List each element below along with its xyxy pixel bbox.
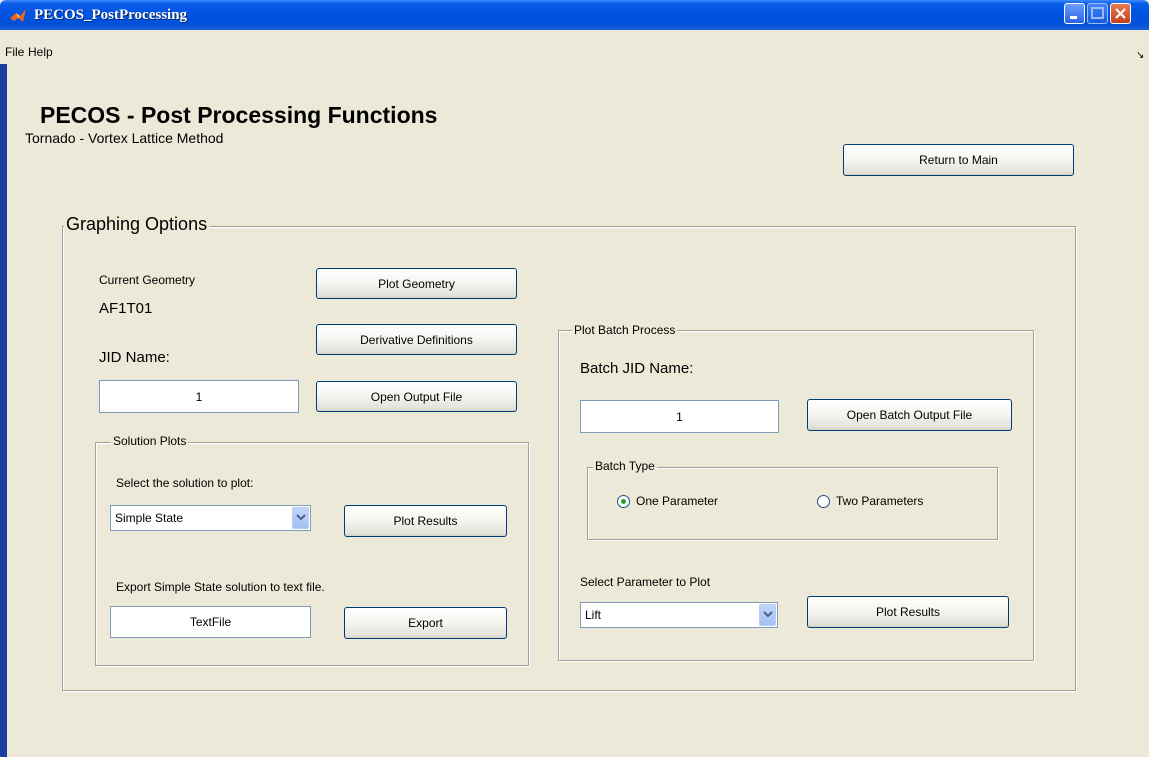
current-geometry-value: AF1T01: [99, 300, 153, 317]
menu-dock-arrow-icon[interactable]: ↘: [1136, 50, 1144, 61]
title-bar[interactable]: PECOS_PostProcessing: [0, 0, 1149, 30]
page-title: PECOS - Post Processing Functions: [40, 102, 438, 128]
chevron-down-icon[interactable]: [759, 604, 776, 626]
window-left-border: [0, 64, 7, 757]
derivative-definitions-button[interactable]: Derivative Definitions: [316, 324, 517, 355]
menu-help[interactable]: Help: [25, 42, 56, 62]
close-icon: [1115, 8, 1126, 19]
export-label: Export Simple State solution to text fil…: [116, 580, 325, 594]
menu-bar: File Help: [0, 42, 1149, 62]
maximize-button[interactable]: [1087, 3, 1108, 24]
solution-select-label: Select the solution to plot:: [116, 476, 254, 490]
batch-plot-results-button[interactable]: Plot Results: [807, 596, 1009, 628]
current-geometry-label: Current Geometry: [99, 273, 196, 287]
batch-jid-name-input[interactable]: 1: [580, 400, 779, 433]
chevron-down-icon[interactable]: [292, 507, 309, 529]
parameter-select-value: Lift: [585, 608, 602, 622]
batch-jid-name-label: Batch JID Name:: [580, 360, 694, 377]
select-parameter-label: Select Parameter to Plot: [580, 575, 711, 589]
open-batch-output-file-button[interactable]: Open Batch Output File: [807, 399, 1012, 431]
plot-batch-process-title: Plot Batch Process: [572, 323, 678, 337]
maximize-icon: [1091, 7, 1104, 19]
one-parameter-label: One Parameter: [636, 494, 719, 508]
close-button[interactable]: [1110, 3, 1131, 24]
solution-plot-results-button[interactable]: Plot Results: [344, 505, 507, 537]
one-parameter-radio[interactable]: [617, 495, 630, 508]
page-subtitle: Tornado - Vortex Lattice Method: [25, 130, 224, 146]
export-filename-input[interactable]: TextFile: [110, 606, 311, 638]
plot-geometry-button[interactable]: Plot Geometry: [316, 268, 517, 299]
minimize-icon: [1070, 16, 1077, 19]
jid-name-label: JID Name:: [99, 349, 170, 366]
two-parameters-radio[interactable]: [817, 495, 830, 508]
jid-name-input[interactable]: 1: [99, 380, 299, 413]
menu-file[interactable]: File: [2, 42, 27, 62]
window-title: PECOS_PostProcessing: [34, 7, 188, 23]
parameter-select[interactable]: Lift: [580, 602, 778, 628]
solution-plots-title: Solution Plots: [111, 434, 189, 448]
batch-type-title: Batch Type: [593, 459, 657, 473]
return-to-main-button[interactable]: Return to Main: [843, 144, 1074, 176]
export-button[interactable]: Export: [344, 607, 507, 639]
solution-select[interactable]: Simple State: [110, 505, 311, 531]
open-output-file-button[interactable]: Open Output File: [316, 381, 517, 412]
matlab-icon: [10, 9, 26, 22]
minimize-button[interactable]: [1064, 3, 1085, 24]
two-parameters-label: Two Parameters: [836, 494, 924, 508]
solution-select-value: Simple State: [115, 511, 184, 525]
graphing-options-title: Graphing Options: [64, 214, 210, 235]
